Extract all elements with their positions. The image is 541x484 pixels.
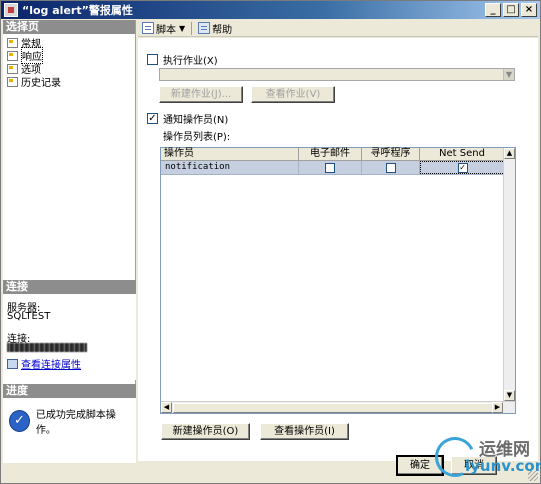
notify-operators-checkbox[interactable]: ✓: [147, 113, 158, 124]
progress-text: 已成功完成脚本操作。: [35, 410, 116, 436]
title-bar[interactable]: “log alert”警报属性 _ □ ×: [1, 1, 540, 19]
vertical-scrollbar[interactable]: ▲ ▼: [503, 148, 515, 401]
email-checkbox[interactable]: [325, 162, 335, 173]
horizontal-scroll-thumb[interactable]: [173, 403, 502, 413]
minimize-button[interactable]: _: [485, 3, 501, 17]
view-connection-properties-label: 查看连接属性: [21, 360, 81, 371]
page-icon: [7, 76, 18, 87]
column-header-email[interactable]: 电子邮件: [299, 148, 362, 160]
net-send-checkbox[interactable]: ✓: [457, 162, 468, 173]
progress-section: 进度 ✓ 已成功完成脚本操作。: [3, 384, 136, 463]
resize-grip-icon[interactable]: [528, 471, 538, 481]
progress-status: ✓ 已成功完成脚本操作。: [3, 398, 136, 444]
notify-operators-label: 通知操作员(N): [163, 115, 229, 126]
toolbar: 脚本 ▼ 帮助: [138, 20, 538, 37]
operator-grid: 操作员 电子邮件 寻呼程序 Net Send notification ✓ ▲: [160, 147, 516, 414]
column-header-pager[interactable]: 寻呼程序: [362, 148, 420, 160]
progress-header: 进度: [3, 384, 136, 398]
scroll-left-arrow-icon[interactable]: ◀: [161, 402, 172, 413]
page-icon: [7, 50, 18, 61]
column-header-operator[interactable]: 操作员: [161, 148, 299, 160]
grid-header: 操作员 电子邮件 寻呼程序 Net Send: [161, 148, 515, 161]
connection-label: 连接:: [7, 334, 31, 345]
help-label: 帮助: [212, 24, 233, 36]
close-button[interactable]: ×: [521, 3, 537, 17]
connection-value-row: [7, 342, 132, 354]
ok-button[interactable]: 确定: [396, 455, 444, 476]
window-controls: _ □ ×: [485, 3, 537, 17]
view-job-button[interactable]: 查看作业(V): [251, 86, 335, 103]
execute-job-checkbox[interactable]: [147, 54, 158, 65]
response-page: 执行作业(X) ▼ 新建作业(J)... 查看作业(V) ✓ 通知操作员(N) …: [138, 38, 538, 461]
help-icon: [198, 22, 211, 34]
cancel-button[interactable]: 取消: [451, 456, 497, 475]
success-check-icon: ✓: [9, 410, 30, 432]
script-icon: [142, 22, 154, 34]
execute-job-label: 执行作业(X): [163, 56, 218, 67]
left-pane: 选择页 常规 响应 选项 历史记录 连接 服务器: SQLTEST 连接: 查看…: [3, 20, 136, 463]
page-list: 常规 响应 选项 历史记录: [3, 34, 135, 89]
redacted-connection-value: [7, 342, 87, 352]
connection-info: 服务器: SQLTEST 连接: 查看连接属性: [3, 294, 136, 376]
scroll-down-arrow-icon[interactable]: ▼: [504, 390, 515, 401]
connection-section: 连接 服务器: SQLTEST 连接: 查看连接属性: [3, 280, 136, 380]
page-icon: [7, 63, 18, 74]
scroll-right-arrow-icon[interactable]: ▶: [492, 402, 503, 413]
net-send-cell[interactable]: ✓: [420, 161, 505, 174]
new-operator-button[interactable]: 新建操作员(O): [161, 423, 250, 440]
script-dropdown-icon[interactable]: ▼: [179, 24, 185, 33]
page-item-history[interactable]: 历史记录: [7, 75, 135, 89]
page-icon: [7, 37, 18, 48]
alert-properties-window: “log alert”警报属性 _ □ × 选择页 常规 响应 选项 历史记录 …: [0, 0, 541, 484]
job-select[interactable]: ▼: [159, 68, 515, 81]
column-header-net-send[interactable]: Net Send: [420, 148, 505, 160]
execute-job-option[interactable]: 执行作业(X): [147, 52, 218, 67]
operator-list-label: 操作员列表(P):: [163, 132, 231, 143]
server-value: SQLTEST: [7, 311, 51, 322]
new-job-button[interactable]: 新建作业(J)...: [159, 86, 243, 103]
pager-cell[interactable]: [362, 161, 420, 174]
window-icon: [4, 3, 18, 17]
connection-header: 连接: [3, 280, 136, 294]
page-item-label: 历史记录: [21, 78, 61, 89]
script-button[interactable]: 脚本 ▼: [138, 20, 189, 36]
select-page-header: 选择页: [3, 20, 135, 34]
operator-name-cell[interactable]: notification: [161, 161, 299, 174]
notify-operators-option[interactable]: ✓ 通知操作员(N): [147, 111, 228, 126]
view-operator-button[interactable]: 查看操作员(I): [260, 423, 349, 440]
script-label: 脚本: [156, 24, 176, 36]
scroll-up-arrow-icon[interactable]: ▲: [504, 148, 515, 159]
help-button[interactable]: 帮助: [194, 20, 236, 36]
window-title: “log alert”警报属性: [22, 4, 133, 17]
pager-checkbox[interactable]: [385, 162, 396, 173]
email-cell[interactable]: [299, 161, 362, 174]
connection-properties-icon: [7, 358, 18, 369]
chevron-down-icon[interactable]: ▼: [503, 69, 514, 80]
server-label: 服务器:: [7, 303, 41, 314]
horizontal-scrollbar[interactable]: ◀ ▶: [161, 401, 515, 413]
table-row[interactable]: notification ✓: [161, 161, 515, 175]
toolbar-separator: [191, 21, 193, 35]
view-connection-properties-link[interactable]: 查看连接属性: [7, 356, 132, 371]
maximize-button[interactable]: □: [503, 3, 519, 17]
